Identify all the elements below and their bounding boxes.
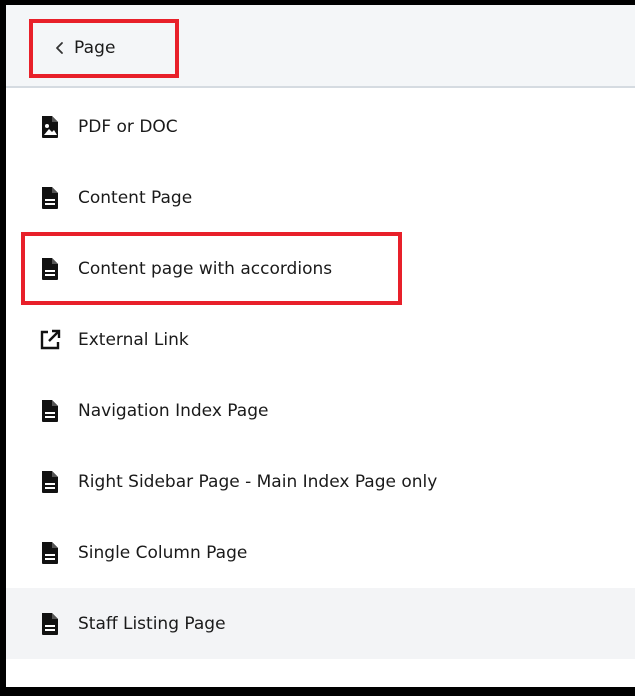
- panel-header: Page: [6, 5, 635, 88]
- menu-item-label: External Link: [78, 329, 189, 350]
- file-text-icon: [39, 541, 61, 565]
- menu-item-content-page-with-accordions[interactable]: Content page with accordions: [6, 233, 635, 304]
- menu-item-label: Navigation Index Page: [78, 400, 269, 421]
- menu-item-external-link[interactable]: External Link: [6, 304, 635, 375]
- back-button-label: Page: [74, 38, 116, 58]
- file-text-icon: [39, 612, 61, 636]
- page-type-panel: Page PDF or DOC Content Page Content pag…: [6, 5, 635, 687]
- menu-item-label: Single Column Page: [78, 542, 248, 563]
- chevron-left-icon: [53, 41, 67, 55]
- menu-item-right-sidebar-page[interactable]: Right Sidebar Page - Main Index Page onl…: [6, 446, 635, 517]
- menu-item-label: PDF or DOC: [78, 116, 178, 137]
- back-button[interactable]: Page: [34, 24, 172, 72]
- file-text-icon: [39, 257, 61, 281]
- menu-item-navigation-index-page[interactable]: Navigation Index Page: [6, 375, 635, 446]
- menu-item-pdf-or-doc[interactable]: PDF or DOC: [6, 91, 635, 162]
- menu-item-label: Content Page: [78, 187, 193, 208]
- file-text-icon: [39, 399, 61, 423]
- external-link-icon: [39, 328, 61, 352]
- menu-item-label: Content page with accordions: [78, 258, 333, 279]
- menu-item-label: Right Sidebar Page - Main Index Page onl…: [78, 471, 438, 492]
- file-text-icon: [39, 470, 61, 494]
- menu-item-label: Staff Listing Page: [78, 613, 226, 634]
- menu-item-single-column-page[interactable]: Single Column Page: [6, 517, 635, 588]
- file-image-icon: [39, 115, 61, 139]
- menu-item-content-page[interactable]: Content Page: [6, 162, 635, 233]
- file-text-icon: [39, 186, 61, 210]
- menu-item-staff-listing-page[interactable]: Staff Listing Page: [6, 588, 635, 659]
